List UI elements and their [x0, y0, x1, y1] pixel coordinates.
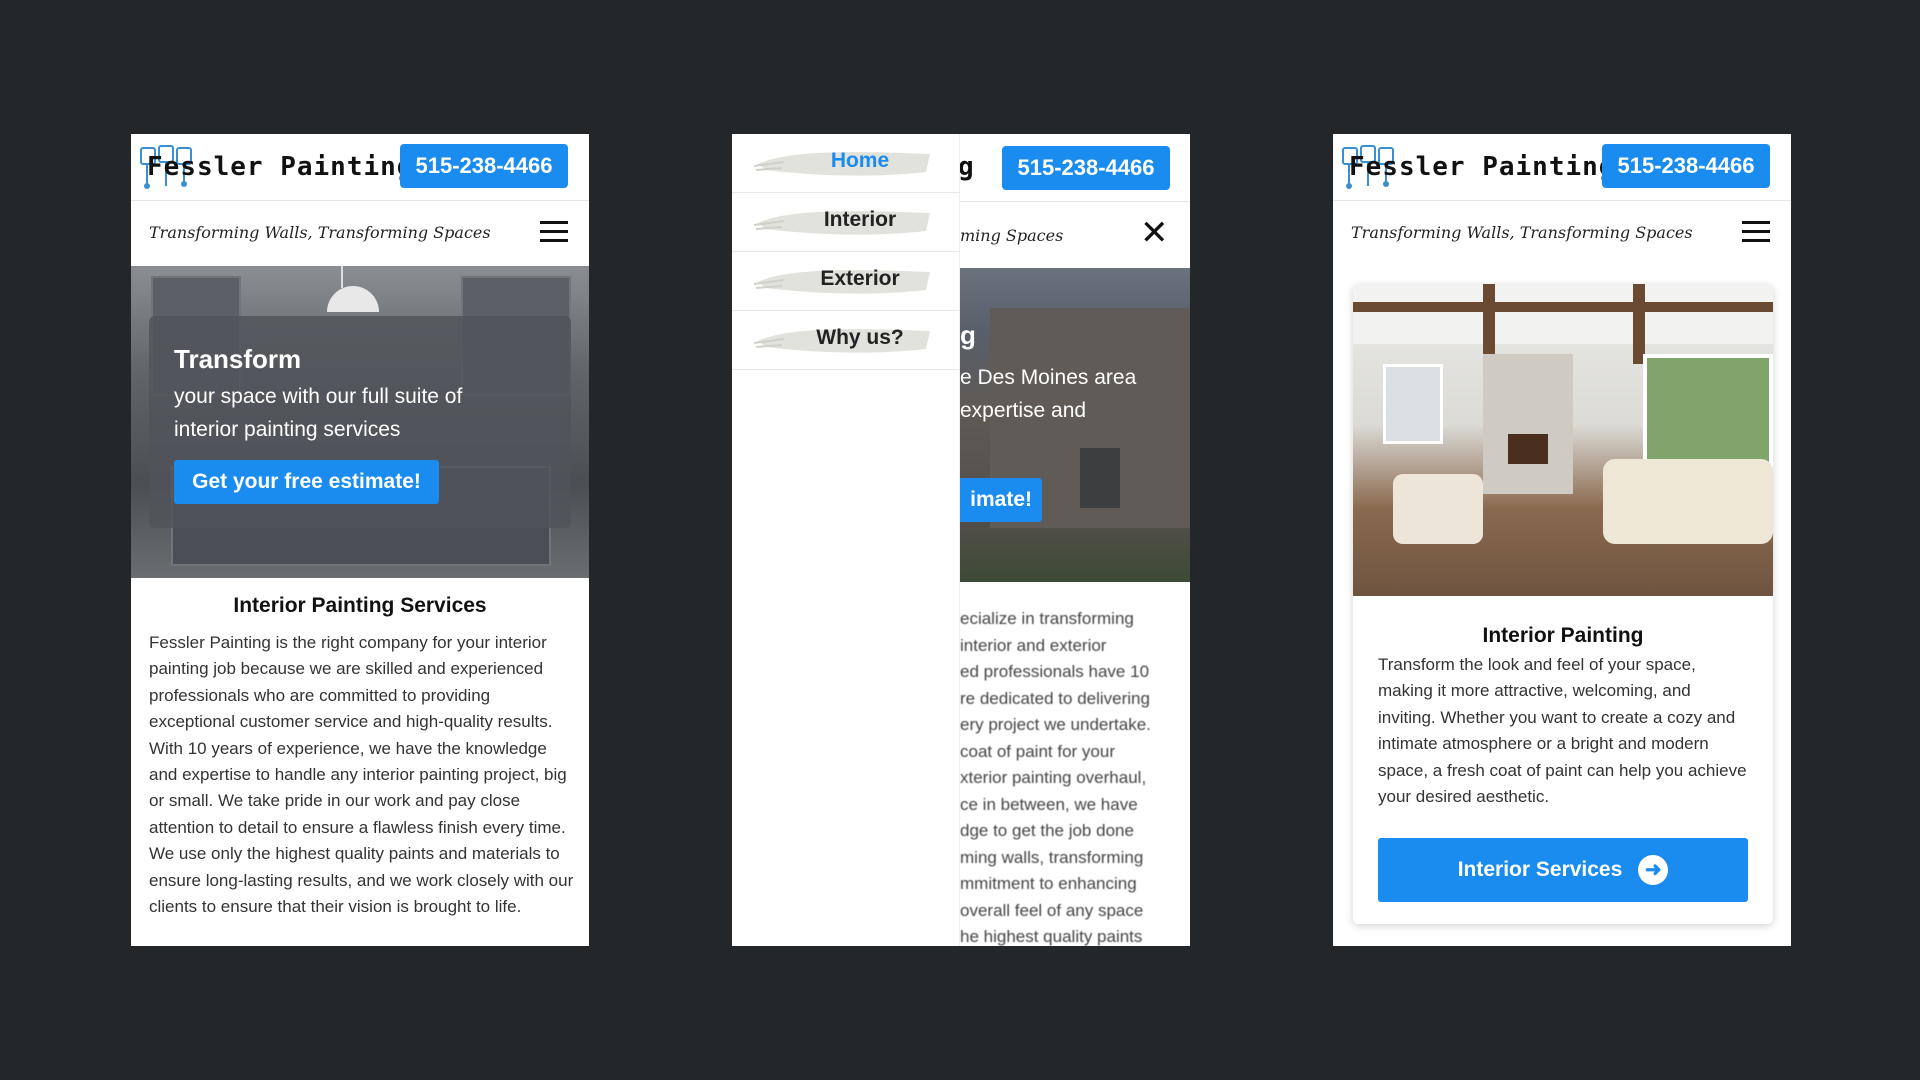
body-line: re dedicated to delivering [960, 688, 1150, 708]
pendant-lamp-icon [327, 286, 379, 312]
tagline: Transforming Walls, Transforming Spaces [149, 223, 491, 242]
hamburger-menu-icon[interactable] [540, 221, 568, 243]
hero-kitchen-image: Transform your space with our full suite… [131, 266, 589, 578]
nav-drawer: Home Interior Exterior Why us? [732, 134, 960, 946]
brand-name[interactable]: Fessler Painting [147, 152, 413, 182]
hero-house-image: g e Des Moines area expertise and imate! [960, 268, 1190, 582]
site-header: Fessler Painting 515-238-4466 [1333, 134, 1791, 201]
free-estimate-button[interactable]: Get your free estimate! [174, 460, 439, 504]
arrow-right-icon: ➜ [1638, 855, 1669, 885]
card-title: Interior Painting [1482, 624, 1644, 647]
card-body: Transform the look and feel of your spac… [1378, 655, 1747, 807]
nav-label: Exterior [820, 267, 900, 290]
nav-label: Why us? [816, 326, 904, 349]
hero-overlay: Transform your space with our full suite… [149, 316, 571, 528]
subheader: Transforming Walls, Transforming Spaces [131, 201, 589, 266]
hero-title: Transform [174, 344, 302, 374]
mobile-screen-services: Fessler Painting 515-238-4466 Transformi… [1333, 134, 1791, 946]
hero-text: your space with our full suite of interi… [174, 385, 463, 441]
body-line: interior and exterior [960, 635, 1107, 655]
body-line: ery project we undertake. [960, 715, 1151, 734]
subheader: Transforming Walls, Transforming Spaces [1333, 201, 1791, 266]
hamburger-menu-icon[interactable] [1742, 221, 1770, 243]
mobile-screen-home: Fessler Painting 515-238-4466 Transformi… [131, 134, 589, 946]
brand-name[interactable]: Fessler Painting [1349, 152, 1615, 182]
body-line: dge to get the job done [960, 821, 1134, 840]
nav-item-home[interactable]: Home [732, 134, 960, 193]
nav-label: Home [830, 149, 890, 172]
call-phone-button[interactable]: 515-238-4466 [400, 144, 568, 188]
body-line: xterior painting overhaul, [960, 768, 1147, 787]
body-line: ce in between, we have [960, 794, 1138, 814]
free-estimate-button[interactable]: imate! [960, 478, 1042, 522]
body-line: overall feel of any space [960, 900, 1144, 920]
interior-services-button[interactable]: Interior Services ➜ [1378, 838, 1748, 902]
body-line: he highest quality paints [960, 927, 1143, 946]
nav-label: Interior [823, 208, 897, 231]
body-line: coat of paint for your [960, 741, 1115, 761]
service-card: Interior Painting Transform the look and… [1353, 284, 1773, 924]
body-line: mmitment to enhancing [960, 874, 1137, 893]
section-body-partial: ecialize in transforming interior and ex… [960, 606, 1190, 946]
section-title: Interior Painting Services [233, 594, 487, 617]
call-phone-button[interactable]: 515-238-4466 [1602, 144, 1770, 188]
living-room-image [1353, 284, 1773, 596]
section-body: Fessler Painting is the right company fo… [149, 633, 574, 917]
tagline: Transforming Walls, Transforming Spaces [1351, 223, 1693, 242]
nav-item-why-us[interactable]: Why us? [732, 311, 960, 370]
nav-item-interior[interactable]: Interior [732, 193, 960, 252]
body-line: ming walls, transforming [960, 847, 1144, 867]
mobile-screen-menu-open: g 515-238-4466 ming Spaces ✕ g e Des Moi… [732, 134, 1190, 946]
body-line: ed professionals have 10 [960, 662, 1150, 681]
hero-text-partial-2: expertise and [960, 399, 1087, 422]
call-phone-button[interactable]: 515-238-4466 [1002, 146, 1170, 190]
hero-text-partial-1: e Des Moines area [960, 366, 1137, 389]
button-label: Interior Services [1457, 858, 1623, 881]
close-menu-icon[interactable]: ✕ [1140, 216, 1169, 250]
nav-item-exterior[interactable]: Exterior [732, 252, 960, 311]
site-header: Fessler Painting 515-238-4466 [131, 134, 589, 201]
body-line: ecialize in transforming [960, 609, 1134, 628]
subheader: ming Spaces ✕ [960, 202, 1190, 268]
